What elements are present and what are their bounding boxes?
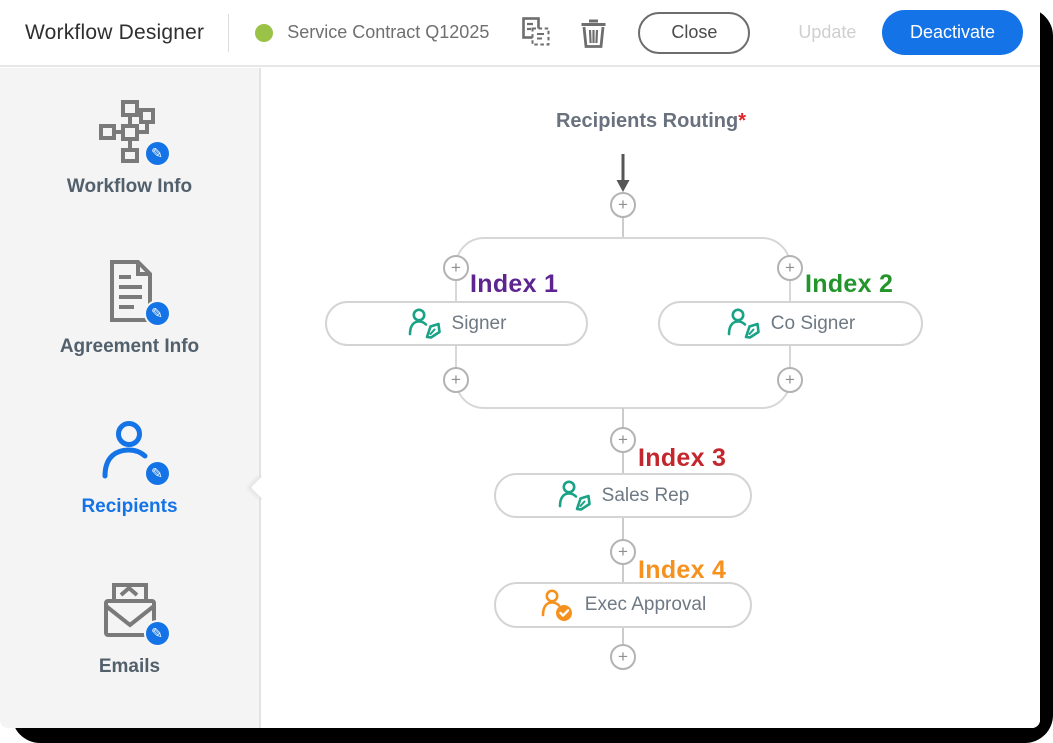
edit-pencil-badge: ✎ (144, 620, 171, 647)
sidebar-item-workflow-info[interactable]: ✎ Workflow Info (0, 68, 259, 228)
signer-pen-icon (557, 480, 591, 512)
add-recipient-button-branch1-above[interactable]: + (443, 255, 469, 281)
sidebar-item-agreement-info[interactable]: ✎ Agreement Info (0, 228, 259, 388)
workflow-name: Service Contract Q12025 (287, 22, 489, 43)
edit-pencil-badge: ✎ (144, 460, 171, 487)
email-envelope-icon: ✎ (98, 579, 162, 643)
duplicate-workflow-button[interactable] (521, 17, 552, 48)
sidebar-item-label: Emails (99, 656, 160, 678)
update-button[interactable]: Update (798, 22, 856, 43)
header-bar: Workflow Designer Service Contract Q1202… (0, 0, 1040, 67)
trash-icon (579, 17, 608, 49)
workflow-designer-window: Workflow Designer Service Contract Q1202… (0, 0, 1040, 728)
signer-pen-icon (726, 308, 760, 340)
add-recipient-button-bottom[interactable]: + (610, 644, 636, 670)
sidebar-item-label: Agreement Info (60, 336, 199, 358)
sidebar-item-label: Recipients (81, 496, 177, 518)
recipient-node-label: Exec Approval (585, 594, 706, 616)
recipient-node-co-signer[interactable]: Co Signer (658, 301, 923, 346)
add-recipient-button-branch2-above[interactable]: + (777, 255, 803, 281)
index-1-label: Index 1 (470, 270, 558, 299)
add-recipient-button-top[interactable]: + (610, 192, 636, 218)
recipient-person-icon: ✎ (98, 419, 162, 483)
add-recipient-button-branch2-below[interactable]: + (777, 367, 803, 393)
add-recipient-button-above-index4[interactable]: + (610, 539, 636, 565)
index-2-label: Index 2 (805, 270, 893, 299)
duplicate-icon (521, 17, 552, 48)
header-divider (228, 14, 229, 52)
recipient-node-exec-approval[interactable]: Exec Approval (494, 582, 752, 628)
signer-pen-icon (407, 308, 441, 340)
status-active-dot (255, 24, 273, 42)
deactivate-button[interactable]: Deactivate (882, 10, 1023, 55)
flow-connectors (262, 68, 1040, 728)
workflow-designer-screen: Workflow Designer Service Contract Q1202… (0, 0, 1053, 743)
agreement-document-icon: ✎ (98, 259, 162, 323)
edit-pencil-badge: ✎ (144, 300, 171, 327)
workflow-diagram-icon: ✎ (98, 99, 162, 163)
index-4-label: Index 4 (638, 556, 726, 585)
edit-pencil-badge: ✎ (144, 140, 171, 167)
close-button[interactable]: Close (638, 12, 750, 54)
sidebar-item-recipients[interactable]: ✎ Recipients (0, 388, 259, 548)
page-title: Workflow Designer (25, 21, 204, 45)
recipient-node-label: Co Signer (771, 313, 856, 335)
approver-check-icon (540, 589, 574, 622)
delete-workflow-button[interactable] (579, 17, 608, 49)
add-recipient-button-above-index3[interactable]: + (610, 427, 636, 453)
recipient-node-sales-rep[interactable]: Sales Rep (494, 473, 752, 518)
sidebar-item-label: Workflow Info (67, 176, 192, 198)
sidebar-item-emails[interactable]: ✎ Emails (0, 548, 259, 708)
index-3-label: Index 3 (638, 444, 726, 473)
recipient-node-label: Sales Rep (602, 485, 690, 507)
workflow-steps-sidebar: ✎ Workflow Info (0, 68, 261, 728)
add-recipient-button-branch1-below[interactable]: + (443, 367, 469, 393)
recipient-node-label: Signer (452, 313, 507, 335)
recipient-node-signer[interactable]: Signer (325, 301, 588, 346)
recipients-routing-canvas: Recipients Routing* (262, 68, 1040, 728)
